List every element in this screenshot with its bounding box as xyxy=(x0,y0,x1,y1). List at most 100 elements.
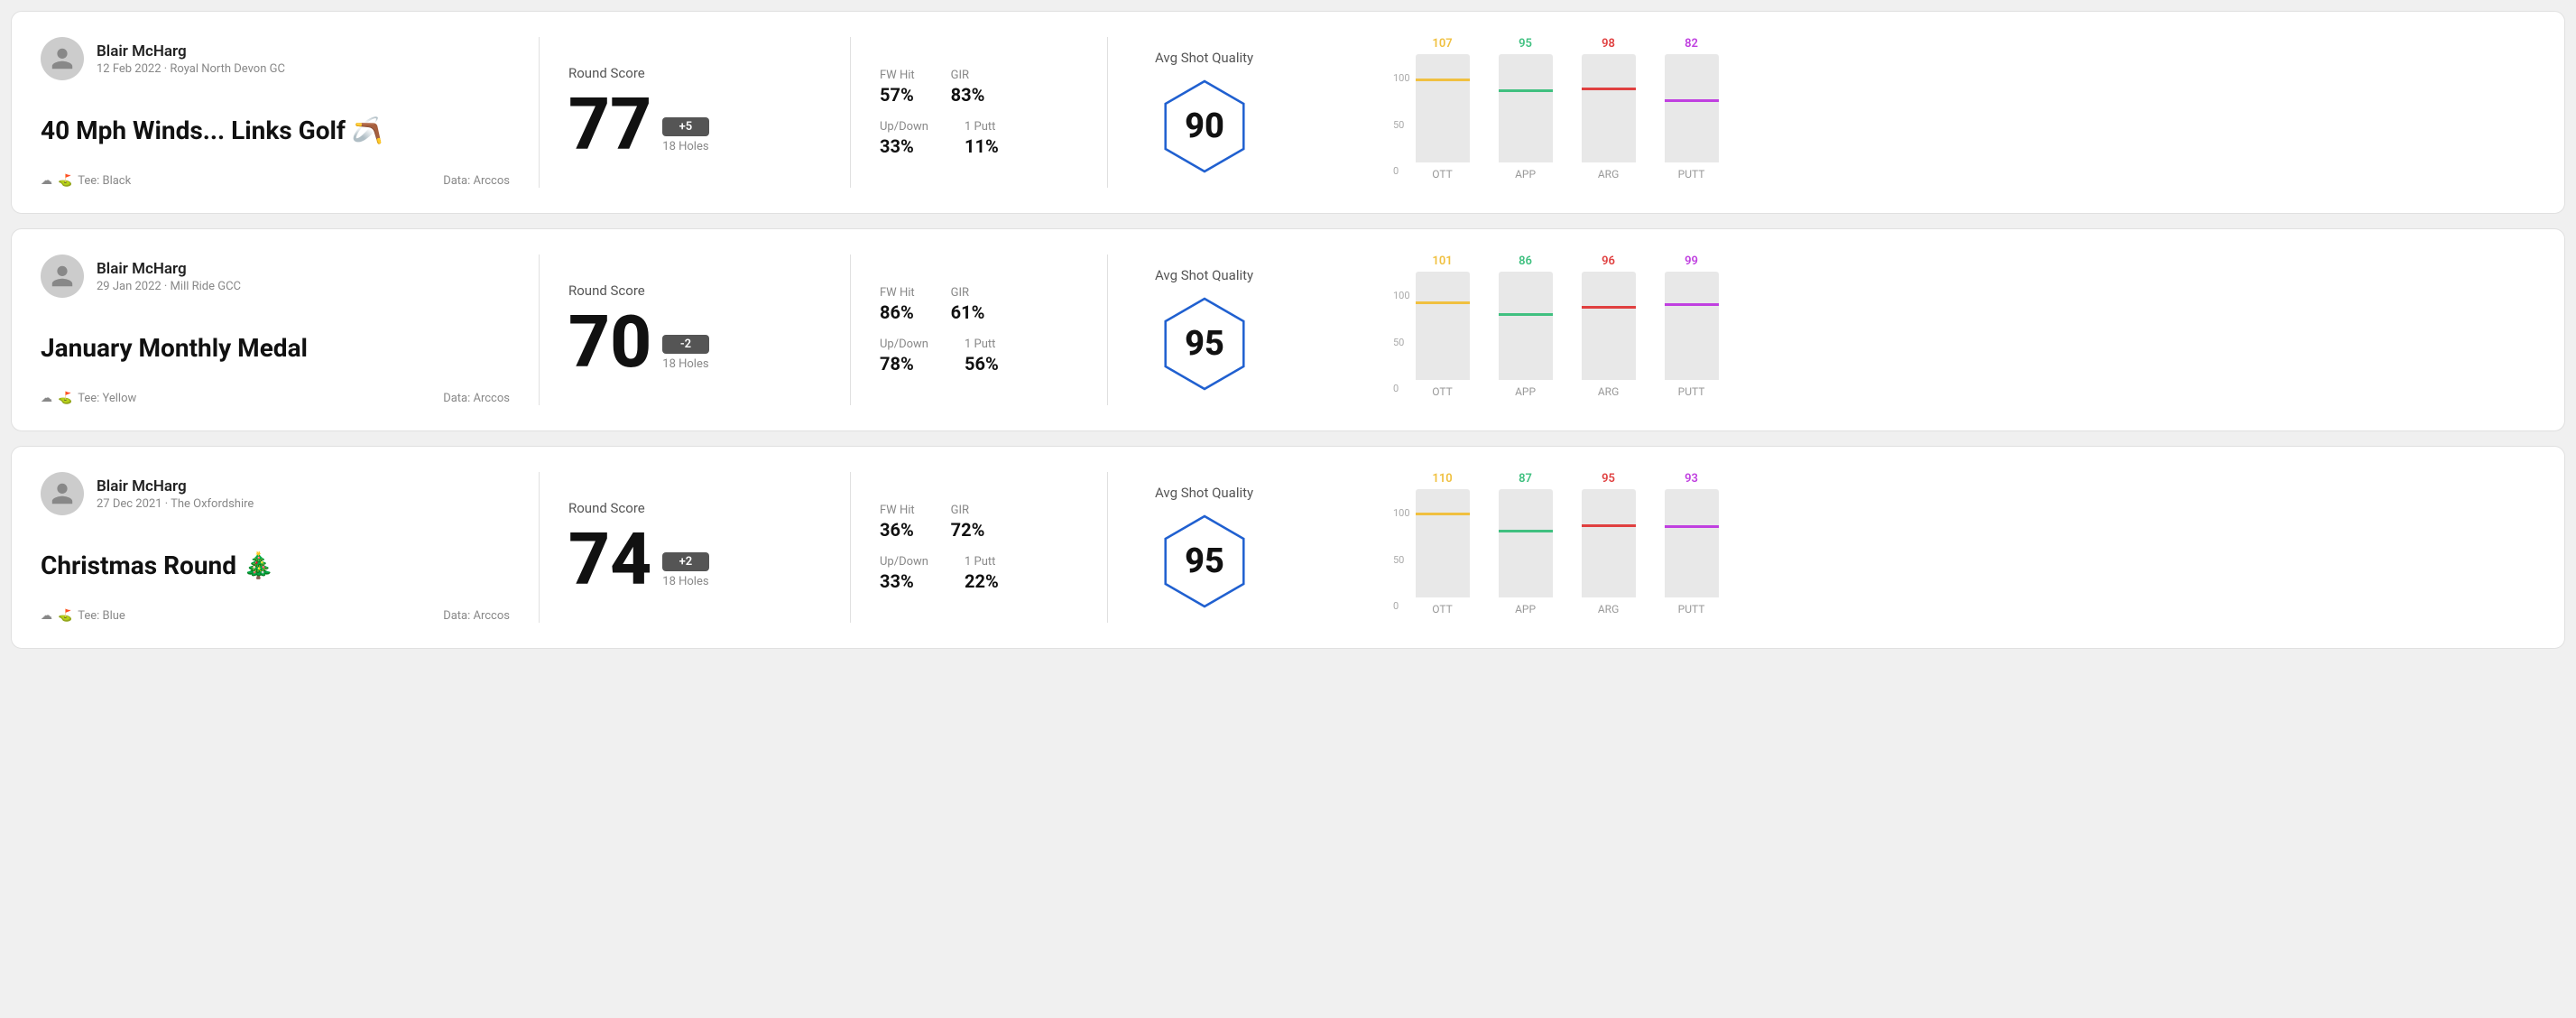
divider xyxy=(850,255,851,405)
round-title: January Monthly Medal xyxy=(41,333,510,363)
bar-wrapper xyxy=(1665,54,1719,162)
tee-text: Tee: Black xyxy=(78,174,131,188)
bar-line xyxy=(1416,301,1470,304)
tee-info: ☁⛳Tee: BlueData: Arccos xyxy=(41,609,510,623)
bar-line xyxy=(1499,530,1553,532)
stat-fw-hit-label: FW Hit xyxy=(880,286,915,300)
bar-value: 95 xyxy=(1602,472,1615,486)
user-name: Blair McHarg xyxy=(97,260,241,278)
bar-wrapper xyxy=(1582,54,1636,162)
bar-value: 98 xyxy=(1602,37,1615,51)
stat-fw-hit: FW Hit57% xyxy=(880,69,915,106)
score-modifier-badge: +5 xyxy=(662,117,708,136)
bag-icon: ⛳ xyxy=(58,609,72,623)
stat-gir-value: 72% xyxy=(951,519,985,541)
stat-row: Up/Down78%1 Putt56% xyxy=(880,338,1078,375)
y-axis-label: 100 xyxy=(1393,72,1410,84)
round-card: Blair McHarg27 Dec 2021 · The Oxfordshir… xyxy=(11,446,2565,649)
y-axis: 100500 xyxy=(1393,72,1416,180)
bar-label: OTT xyxy=(1432,168,1453,180)
hex-quality-container: 90 xyxy=(1155,77,1254,176)
tee-left: ☁⛳Tee: Blue xyxy=(41,609,125,623)
stat-updown-label: Up/Down xyxy=(880,338,928,351)
bar-value: 107 xyxy=(1432,37,1452,51)
stat-oneputt: 1 Putt11% xyxy=(965,120,999,157)
bar-fill xyxy=(1665,102,1719,162)
bar-fill xyxy=(1499,532,1553,597)
tee-info: ☁⛳Tee: YellowData: Arccos xyxy=(41,392,510,405)
bar-label: PUTT xyxy=(1678,385,1705,398)
data-source: Data: Arccos xyxy=(443,174,510,188)
bar-value: 101 xyxy=(1432,255,1452,268)
tee-left: ☁⛳Tee: Black xyxy=(41,174,131,188)
bar-group-arg: 95ARG xyxy=(1582,472,1636,615)
y-axis-label: 0 xyxy=(1393,383,1410,394)
bar-value: 96 xyxy=(1602,255,1615,268)
stat-gir-value: 61% xyxy=(951,301,985,323)
chart-section: 100500110OTT87APP95ARG93PUTT xyxy=(1371,472,2535,623)
bar-label: APP xyxy=(1515,603,1536,615)
bar-group-app: 86APP xyxy=(1499,255,1553,398)
divider xyxy=(539,255,540,405)
bar-line xyxy=(1665,303,1719,306)
bar-group-putt: 99PUTT xyxy=(1665,255,1719,398)
stat-row: Up/Down33%1 Putt11% xyxy=(880,120,1078,157)
bar-group-app: 95APP xyxy=(1499,37,1553,180)
bar-group-app: 87 APP xyxy=(1499,472,1553,615)
score-row: 77+518 Holes xyxy=(568,88,821,161)
holes-text: 18 Holes xyxy=(662,357,708,371)
hex-quality-container: 95 xyxy=(1155,294,1254,393)
stat-gir: GIR61% xyxy=(951,286,985,323)
stat-oneputt: 1 Putt 56% xyxy=(965,338,999,375)
bar-fill xyxy=(1665,528,1719,597)
stat-gir-value: 83% xyxy=(951,84,985,106)
bar-fill xyxy=(1416,81,1470,162)
score-section: Round Score70-218 Holes xyxy=(568,255,821,405)
stat-fw-hit-label: FW Hit xyxy=(880,504,915,517)
bar-wrapper xyxy=(1665,272,1719,380)
y-axis-label: 100 xyxy=(1393,507,1410,519)
stat-fw-hit-value: 57% xyxy=(880,84,915,106)
bag-icon: ⛳ xyxy=(58,392,72,405)
tee-text: Tee: Blue xyxy=(78,609,125,623)
bar-value: 95 xyxy=(1519,37,1532,51)
quality-score: 95 xyxy=(1185,541,1224,581)
y-axis-label: 50 xyxy=(1393,337,1410,348)
bar-wrapper xyxy=(1499,272,1553,380)
bar-value: 86 xyxy=(1519,255,1532,268)
stat-row: FW Hit86% GIR61% xyxy=(880,286,1078,323)
score-number: 77 xyxy=(568,88,651,161)
bar-label: PUTT xyxy=(1678,603,1705,615)
card-left-section: Blair McHarg12 Feb 2022 · Royal North De… xyxy=(41,37,510,188)
quality-label: Avg Shot Quality xyxy=(1155,267,1253,283)
stat-gir: GIR72% xyxy=(951,504,985,541)
bar-value: 87 xyxy=(1519,472,1532,486)
avatar xyxy=(41,255,84,298)
stat-updown-value: 33% xyxy=(880,135,928,157)
y-axis: 100500 xyxy=(1393,507,1416,615)
stat-fw-hit: FW Hit86% xyxy=(880,286,915,323)
bar-line xyxy=(1582,88,1636,90)
cloud-icon: ☁ xyxy=(41,392,52,405)
user-date: 29 Jan 2022 · Mill Ride GCC xyxy=(97,280,241,293)
stat-updown-value: 33% xyxy=(880,570,928,592)
stat-oneputt-value: 56% xyxy=(965,353,999,375)
stat-oneputt-label: 1 Putt xyxy=(965,338,999,351)
stat-fw-hit: FW Hit36% xyxy=(880,504,915,541)
stat-row: FW Hit57%GIR83% xyxy=(880,69,1078,106)
bar-group-ott: 107 OTT xyxy=(1416,37,1470,180)
bar-fill xyxy=(1582,309,1636,380)
bar-wrapper xyxy=(1582,489,1636,597)
divider xyxy=(850,37,851,188)
user-text: Blair McHarg 29 Jan 2022 · Mill Ride GCC xyxy=(97,260,241,293)
bar-wrapper xyxy=(1499,54,1553,162)
bar-chart: 101OTT86APP96ARG99PUTT xyxy=(1416,255,2535,398)
user-info: Blair McHarg27 Dec 2021 · The Oxfordshir… xyxy=(41,472,510,515)
score-number: 70 xyxy=(568,306,651,378)
bar-wrapper xyxy=(1582,272,1636,380)
bar-value: 93 xyxy=(1685,472,1698,486)
bar-chart: 110OTT87APP95ARG93PUTT xyxy=(1416,472,2535,615)
holes-text: 18 Holes xyxy=(662,575,708,588)
avatar xyxy=(41,472,84,515)
user-info: Blair McHarg 29 Jan 2022 · Mill Ride GCC xyxy=(41,255,510,298)
